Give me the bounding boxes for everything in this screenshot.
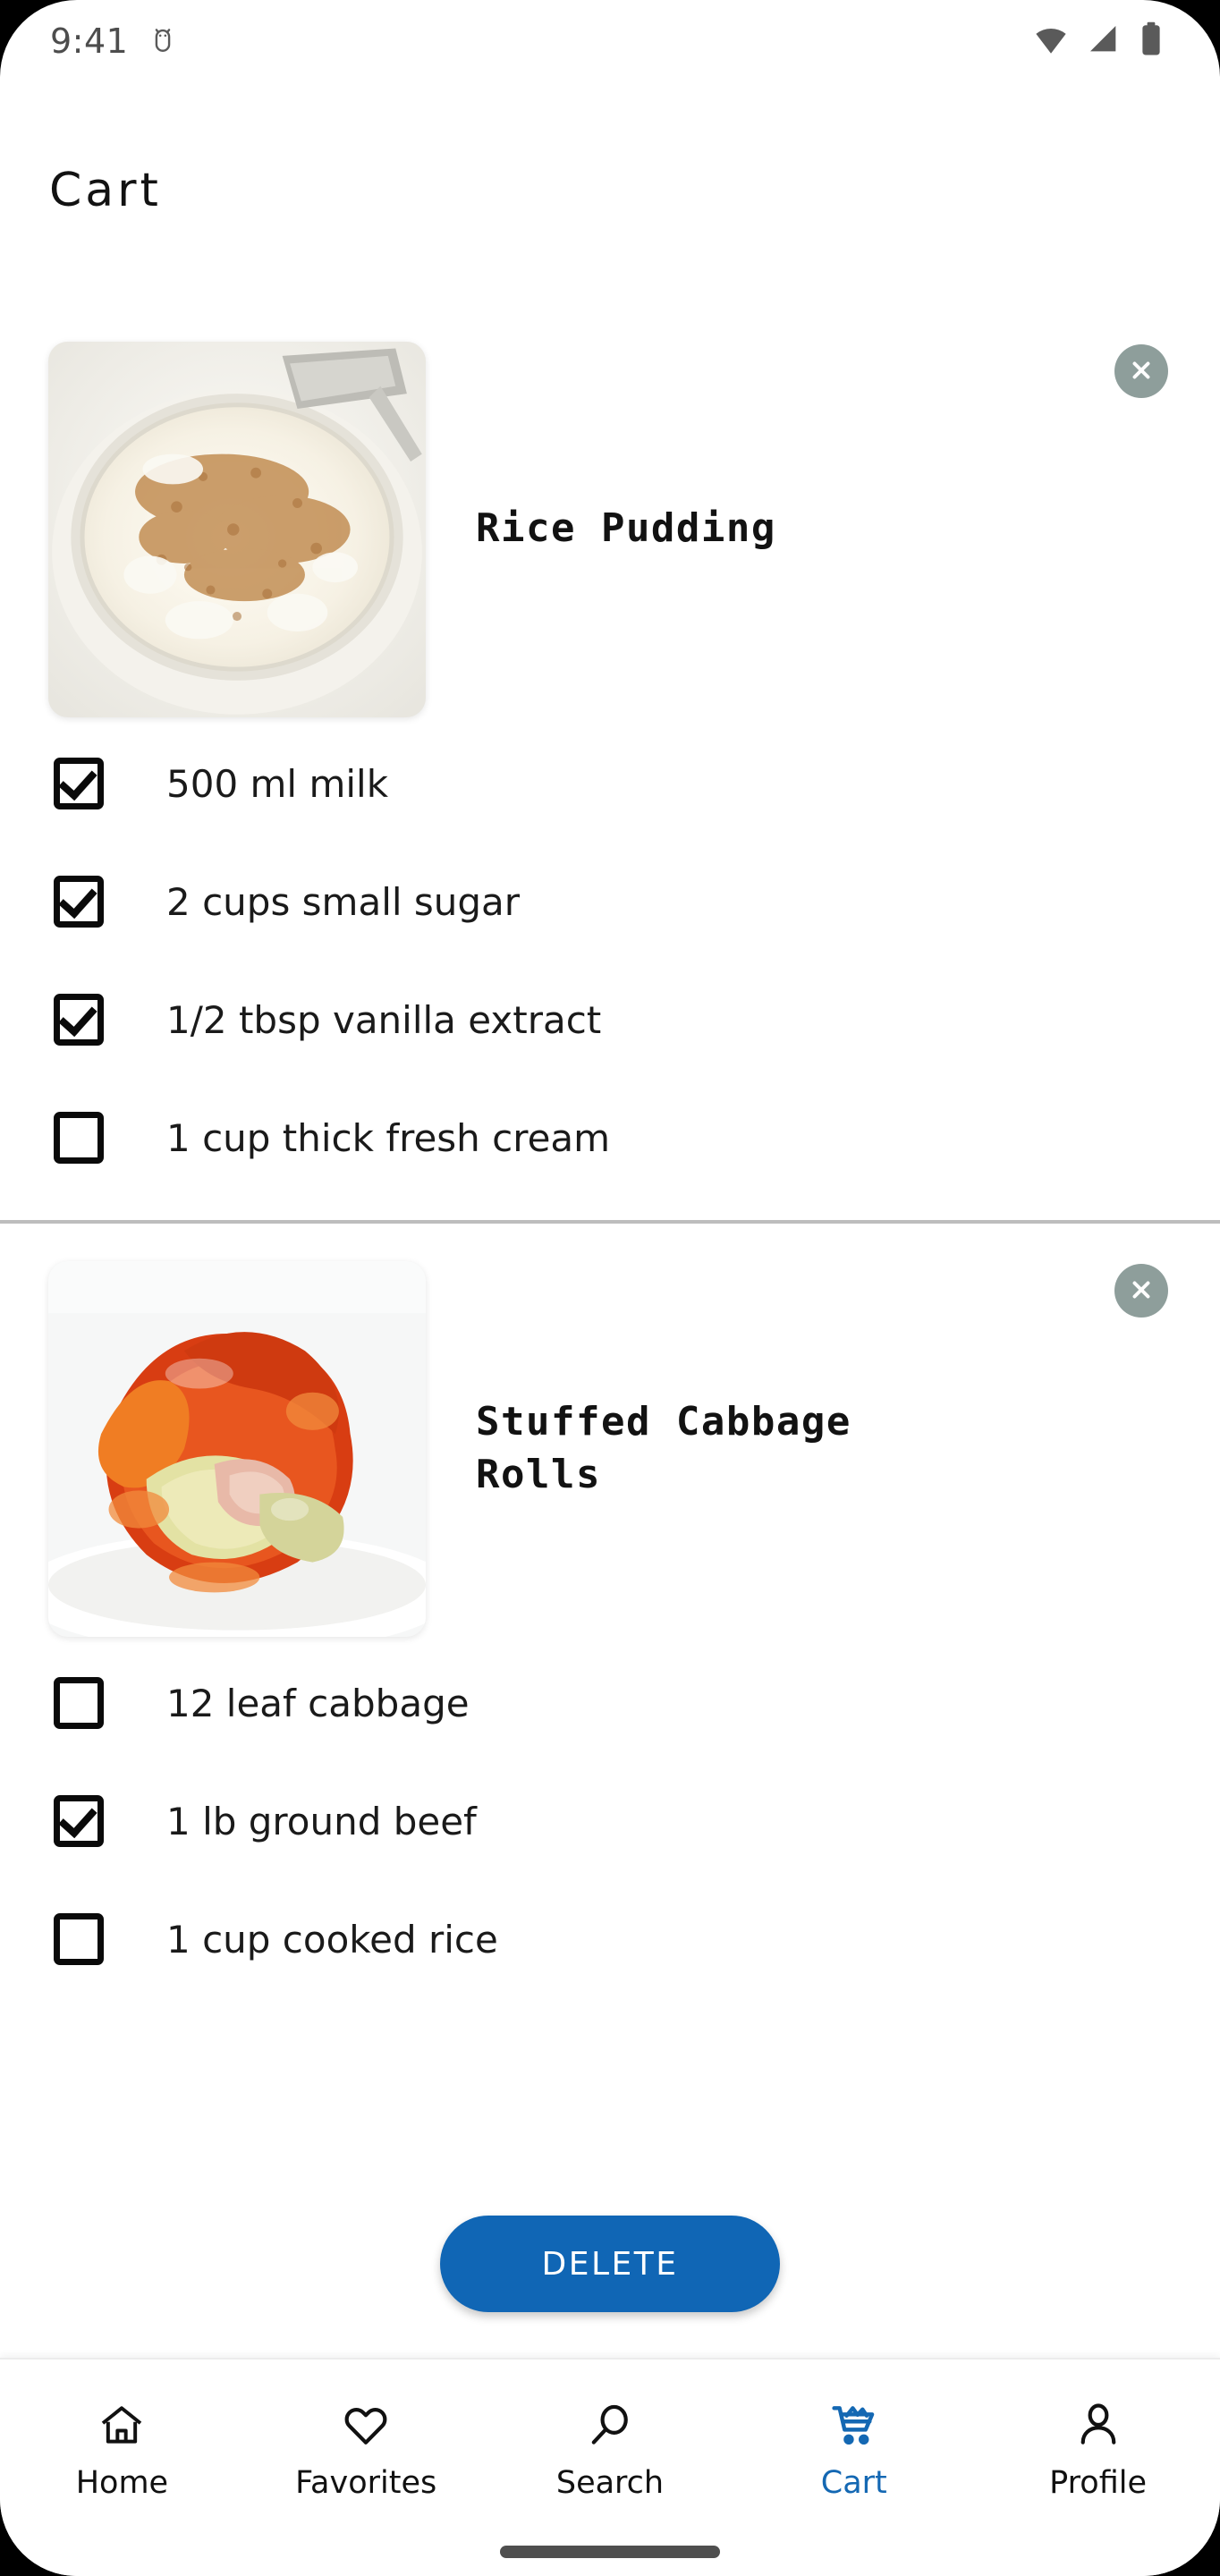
close-icon	[1125, 1274, 1157, 1309]
ingredient-row[interactable]: 500 ml milk	[0, 724, 1220, 843]
cart-item-card: Rice Pudding 500 ml milk 2 cups small sug…	[0, 304, 1220, 1224]
status-bar-right	[1032, 21, 1165, 62]
checkbox-checked[interactable]	[54, 876, 104, 928]
battery-icon	[1138, 21, 1165, 62]
heart-icon	[341, 2397, 391, 2453]
nav-item-favorites[interactable]: Favorites	[244, 2397, 488, 2501]
remove-cart-item-button[interactable]	[1114, 1264, 1168, 1318]
nav-item-home[interactable]: Home	[0, 2397, 244, 2501]
nav-item-profile[interactable]: Profile	[976, 2397, 1220, 2501]
ingredient-label: 1/2 tbsp vanilla extract	[166, 997, 602, 1042]
bottom-navigation-bar: Home Favorites Search Cart Profile	[0, 2358, 1220, 2576]
checkbox-checked[interactable]	[54, 1795, 104, 1847]
recipe-title: Stuffed Cabbage Rolls	[476, 1399, 851, 1497]
cellular-signal-icon	[1086, 21, 1122, 61]
ingredient-label: 12 leaf cabbage	[166, 1681, 470, 1725]
android-bug-icon	[148, 24, 178, 58]
close-icon	[1125, 354, 1157, 389]
checkbox-unchecked[interactable]	[54, 1913, 104, 1965]
ingredient-row[interactable]: 1 cup cooked rice	[0, 1880, 1220, 1998]
ingredient-row[interactable]: 2 cups small sugar	[0, 843, 1220, 961]
recipe-thumbnail[interactable]	[48, 341, 426, 717]
shopping-cart-icon	[829, 2397, 879, 2453]
recipe-thumbnail[interactable]	[48, 1260, 426, 1637]
wifi-icon	[1032, 21, 1070, 62]
nav-item-label: Cart	[820, 2465, 887, 2501]
home-icon	[97, 2397, 147, 2453]
cart-item-header: Stuffed Cabbage Rolls	[0, 1224, 1220, 1644]
delete-button[interactable]: DELETE	[440, 2216, 780, 2312]
ingredient-list: 500 ml milk 2 cups small sugar 1/2 tbsp va…	[0, 724, 1220, 1202]
ingredient-label: 1 cup thick fresh cream	[166, 1115, 611, 1160]
checkbox-checked[interactable]	[54, 994, 104, 1046]
ingredient-row[interactable]: 1 cup thick fresh cream	[0, 1079, 1220, 1197]
ingredient-label: 2 cups small sugar	[166, 879, 521, 924]
ingredient-label: 1 lb ground beef	[166, 1799, 477, 1843]
status-bar-clock: 9:41	[50, 21, 129, 61]
ingredient-label: 1 cup cooked rice	[166, 1917, 498, 1962]
recipe-title: Rice Pudding	[476, 505, 776, 552]
ingredient-row[interactable]: 1 lb ground beef	[0, 1762, 1220, 1880]
nav-item-cart[interactable]: Cart	[732, 2397, 976, 2501]
nav-item-label: Profile	[1049, 2465, 1147, 2501]
status-bar: 9:41	[0, 0, 1220, 82]
nav-item-label: Home	[75, 2465, 169, 2501]
remove-cart-item-button[interactable]	[1114, 344, 1168, 398]
phone-screen: 9:41 Cart Rice Pudding 500 ml milk 2 cup…	[0, 0, 1220, 2576]
person-icon	[1073, 2397, 1123, 2453]
cart-item-card: Stuffed Cabbage Rolls 12 leaf cabbage 1 l…	[0, 1224, 1220, 2021]
nav-item-search[interactable]: Search	[488, 2397, 733, 2501]
delete-button-container: DELETE	[0, 2216, 1220, 2312]
home-indicator[interactable]	[500, 2546, 720, 2558]
cart-item-header: Rice Pudding	[0, 304, 1220, 724]
nav-item-label: Favorites	[295, 2465, 437, 2501]
checkbox-unchecked[interactable]	[54, 1677, 104, 1729]
search-icon	[585, 2397, 635, 2453]
ingredient-row[interactable]: 12 leaf cabbage	[0, 1644, 1220, 1762]
cart-item-list: Rice Pudding 500 ml milk 2 cups small sug…	[0, 304, 1220, 2021]
ingredient-list: 12 leaf cabbage 1 lb ground beef 1 cup coo…	[0, 1644, 1220, 2004]
nav-item-label: Search	[555, 2465, 665, 2501]
ingredient-row[interactable]: 1/2 tbsp vanilla extract	[0, 961, 1220, 1079]
page-title: Cart	[49, 164, 162, 217]
status-bar-left: 9:41	[50, 21, 178, 61]
ingredient-label: 500 ml milk	[166, 761, 389, 806]
checkbox-unchecked[interactable]	[54, 1112, 104, 1164]
checkbox-checked[interactable]	[54, 758, 104, 809]
